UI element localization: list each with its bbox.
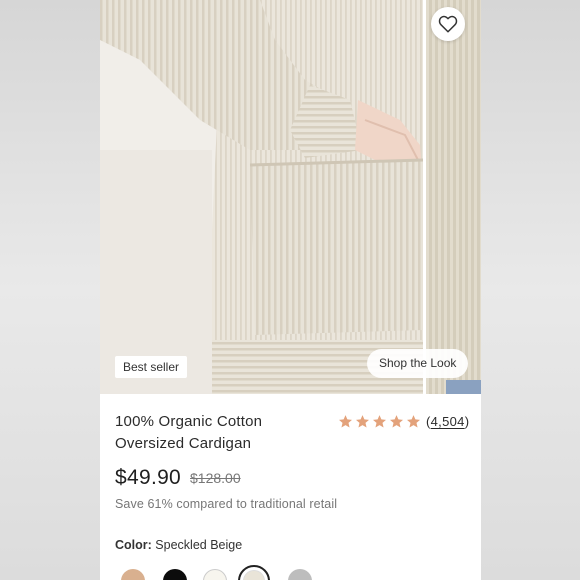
best-seller-badge: Best seller (115, 356, 188, 378)
star-rating (338, 414, 421, 429)
product-title: 100% Organic Cotton Oversized Cardigan (115, 411, 325, 455)
star-icon (390, 414, 403, 427)
star-icon (373, 414, 386, 427)
savings-text: Save 61% compared to traditional retail (115, 497, 338, 511)
product-title-line2: Oversized Cardigan (115, 435, 252, 452)
color-swatch-ivory[interactable] (203, 569, 227, 580)
denim-detail (446, 380, 481, 394)
color-selection-label: Color: Speckled Beige (115, 538, 242, 552)
heart-outline-icon (438, 15, 458, 33)
color-swatch-heather-grey[interactable] (288, 569, 312, 580)
sale-price: $49.90 (115, 466, 182, 489)
backdrop-left (0, 0, 100, 580)
color-swatch-black[interactable] (163, 569, 187, 580)
color-swatch-speckled-beige[interactable] (238, 565, 270, 580)
product-image-gallery[interactable]: Best seller Shop the Look (100, 0, 481, 394)
cardigan-photo-illustration (100, 0, 423, 394)
product-page: Best seller Shop the Look 100% Organic C… (100, 0, 481, 580)
backdrop-right (481, 0, 580, 580)
favorite-button[interactable] (431, 7, 465, 41)
color-swatch-tan[interactable] (121, 569, 145, 580)
product-rating[interactable]: (4,504) (338, 411, 469, 431)
original-price: $128.00 (190, 470, 241, 486)
review-count: 4,504 (430, 413, 465, 429)
star-icon (407, 414, 420, 427)
swatch-fill (243, 570, 265, 580)
star-icon (339, 414, 352, 427)
star-icon (356, 414, 369, 427)
color-value: Speckled Beige (155, 538, 243, 552)
product-title-line1: 100% Organic Cotton (115, 413, 263, 430)
review-count-link[interactable]: (4,504) (426, 414, 469, 429)
color-label: Color: (115, 538, 152, 552)
shop-the-look-button[interactable]: Shop the Look (367, 349, 469, 378)
product-photo[interactable] (100, 0, 423, 394)
next-product-photo-peek[interactable] (426, 0, 481, 394)
